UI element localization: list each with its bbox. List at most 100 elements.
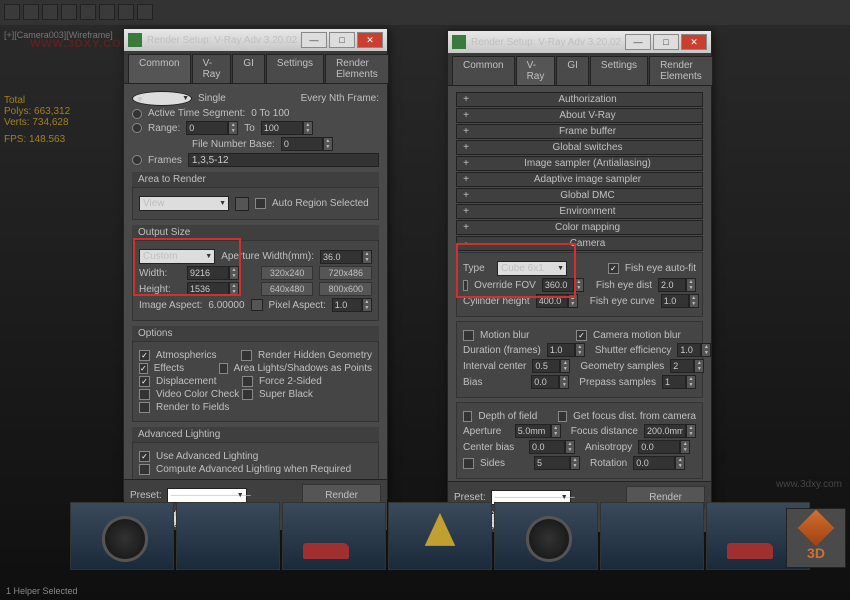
sides-input[interactable]: ▲▼ xyxy=(534,456,580,470)
ic-input[interactable]: ▲▼ xyxy=(532,359,570,373)
output-size-select[interactable]: Custom xyxy=(139,249,215,264)
cmb-cb[interactable] xyxy=(576,330,587,341)
rollout-fb[interactable]: +Frame buffer xyxy=(456,124,703,139)
rot-input[interactable]: ▲▼ xyxy=(633,456,685,470)
rollout-auth[interactable]: +Authorization xyxy=(456,92,703,107)
frames-radio[interactable] xyxy=(132,155,142,165)
als-cb[interactable] xyxy=(219,363,228,374)
preset-select[interactable]: ———————— xyxy=(167,488,247,503)
advanced-lighting-title: Advanced Lighting xyxy=(132,427,379,442)
rollout-cm[interactable]: +Color mapping xyxy=(456,220,703,235)
rollout-env[interactable]: +Environment xyxy=(456,204,703,219)
ofov-input[interactable]: ▲▼ xyxy=(542,278,584,292)
effects-cb[interactable] xyxy=(139,363,148,374)
si-input[interactable]: ▲▼ xyxy=(677,343,711,357)
tab-vray[interactable]: V-Ray xyxy=(516,56,556,85)
pixel-aspect-input[interactable]: ▲▼ xyxy=(332,298,372,312)
strip-frame xyxy=(70,502,174,570)
atmospherics-cb[interactable] xyxy=(139,350,150,361)
height-input[interactable]: ▲▼ xyxy=(187,282,239,296)
maximize-button[interactable]: □ xyxy=(653,34,679,50)
rhg-cb[interactable] xyxy=(241,350,252,361)
tool-btn[interactable] xyxy=(42,4,58,20)
tab-render-elements[interactable]: Render Elements xyxy=(325,54,389,83)
render-strip xyxy=(70,502,810,570)
fec-input[interactable]: ▲▼ xyxy=(661,294,699,308)
auto-region-cb[interactable] xyxy=(255,198,266,209)
ofov-cb[interactable] xyxy=(463,280,468,291)
lock-aspect-btn[interactable] xyxy=(251,299,263,311)
gfd-cb[interactable] xyxy=(558,411,567,422)
tool-btn[interactable] xyxy=(137,4,153,20)
dur-input[interactable]: ▲▼ xyxy=(547,343,585,357)
fea-cb[interactable] xyxy=(608,263,619,274)
strip-frame xyxy=(282,502,386,570)
close-button[interactable]: ✕ xyxy=(357,32,383,48)
rollout-about[interactable]: +About V-Ray xyxy=(456,108,703,123)
tool-btn[interactable] xyxy=(61,4,77,20)
cb-input[interactable]: ▲▼ xyxy=(529,440,575,454)
tab-common[interactable]: Common xyxy=(128,54,191,83)
minimize-button[interactable]: — xyxy=(301,32,327,48)
tool-btn[interactable] xyxy=(118,4,134,20)
single-radio[interactable] xyxy=(132,91,192,106)
mb-cb[interactable] xyxy=(463,330,474,341)
ch-input[interactable]: ▲▼ xyxy=(536,294,578,308)
tab-settings[interactable]: Settings xyxy=(590,56,648,85)
frames-input[interactable] xyxy=(188,153,379,167)
f2s-cb[interactable] xyxy=(242,376,253,387)
titlebar[interactable]: Render Setup: V-Ray Adv 3.20.02 — □ ✕ xyxy=(448,31,711,53)
range-to-input[interactable]: ▲▼ xyxy=(261,121,313,135)
preset-720-btn[interactable]: 720x486 xyxy=(319,266,372,280)
gs2-input[interactable]: ▲▼ xyxy=(670,359,704,373)
range-from-input[interactable]: ▲▼ xyxy=(186,121,238,135)
rollout-dmc[interactable]: +Global DMC xyxy=(456,188,703,203)
cal-cb[interactable] xyxy=(139,464,150,475)
rollout-gs[interactable]: +Global switches xyxy=(456,140,703,155)
ap-input[interactable]: ▲▼ xyxy=(515,424,561,438)
minimize-button[interactable]: — xyxy=(625,34,651,50)
strip-frame xyxy=(388,502,492,570)
rollout-cam[interactable]: -Camera xyxy=(456,236,703,251)
rtf-cb[interactable] xyxy=(139,402,150,413)
fd-input[interactable]: ▲▼ xyxy=(644,424,696,438)
dof-cb[interactable] xyxy=(463,411,472,422)
sides-cb[interactable] xyxy=(463,458,474,469)
ps-input[interactable]: ▲▼ xyxy=(662,375,696,389)
range-radio[interactable] xyxy=(132,123,142,133)
tab-gi[interactable]: GI xyxy=(232,54,265,83)
rollout-isa[interactable]: +Image sampler (Antialiasing) xyxy=(456,156,703,171)
disp-cb[interactable] xyxy=(139,376,150,387)
maximize-button[interactable]: □ xyxy=(329,32,355,48)
fnb-input[interactable]: ▲▼ xyxy=(281,137,333,151)
window-title: Render Setup: V-Ray Adv 3.20.02 xyxy=(147,35,297,46)
width-input[interactable]: ▲▼ xyxy=(187,266,239,280)
tab-common[interactable]: Common xyxy=(452,56,515,85)
bias-input[interactable]: ▲▼ xyxy=(531,375,569,389)
titlebar[interactable]: Render Setup: V-Ray Adv 3.20.02 — □ ✕ xyxy=(124,29,387,51)
area-view-select[interactable]: View xyxy=(139,196,229,211)
fed-input[interactable]: ▲▼ xyxy=(658,278,696,292)
tool-btn[interactable] xyxy=(80,4,96,20)
vcc-cb[interactable] xyxy=(139,389,150,400)
sb-cb[interactable] xyxy=(242,389,253,400)
aperture-input[interactable]: ▲▼ xyxy=(320,250,372,264)
rollout-ais[interactable]: +Adaptive image sampler xyxy=(456,172,703,187)
preset-640-btn[interactable]: 640x480 xyxy=(261,282,314,296)
preset-800-btn[interactable]: 800x600 xyxy=(319,282,372,296)
main-toolbar xyxy=(4,4,846,22)
tab-render-elements[interactable]: Render Elements xyxy=(649,56,713,85)
ual-cb[interactable] xyxy=(139,451,150,462)
tool-btn[interactable] xyxy=(4,4,20,20)
tab-vray[interactable]: V-Ray xyxy=(192,54,232,83)
preset-320-btn[interactable]: 320x240 xyxy=(261,266,314,280)
an-input[interactable]: ▲▼ xyxy=(638,440,690,454)
tab-gi[interactable]: GI xyxy=(556,56,589,85)
area-region-btn[interactable] xyxy=(235,197,249,211)
tool-btn[interactable] xyxy=(99,4,115,20)
camera-type-select[interactable]: Cube 6x1 xyxy=(497,261,567,276)
ats-radio[interactable] xyxy=(132,109,142,119)
tab-settings[interactable]: Settings xyxy=(266,54,324,83)
tool-btn[interactable] xyxy=(23,4,39,20)
close-button[interactable]: ✕ xyxy=(681,34,707,50)
